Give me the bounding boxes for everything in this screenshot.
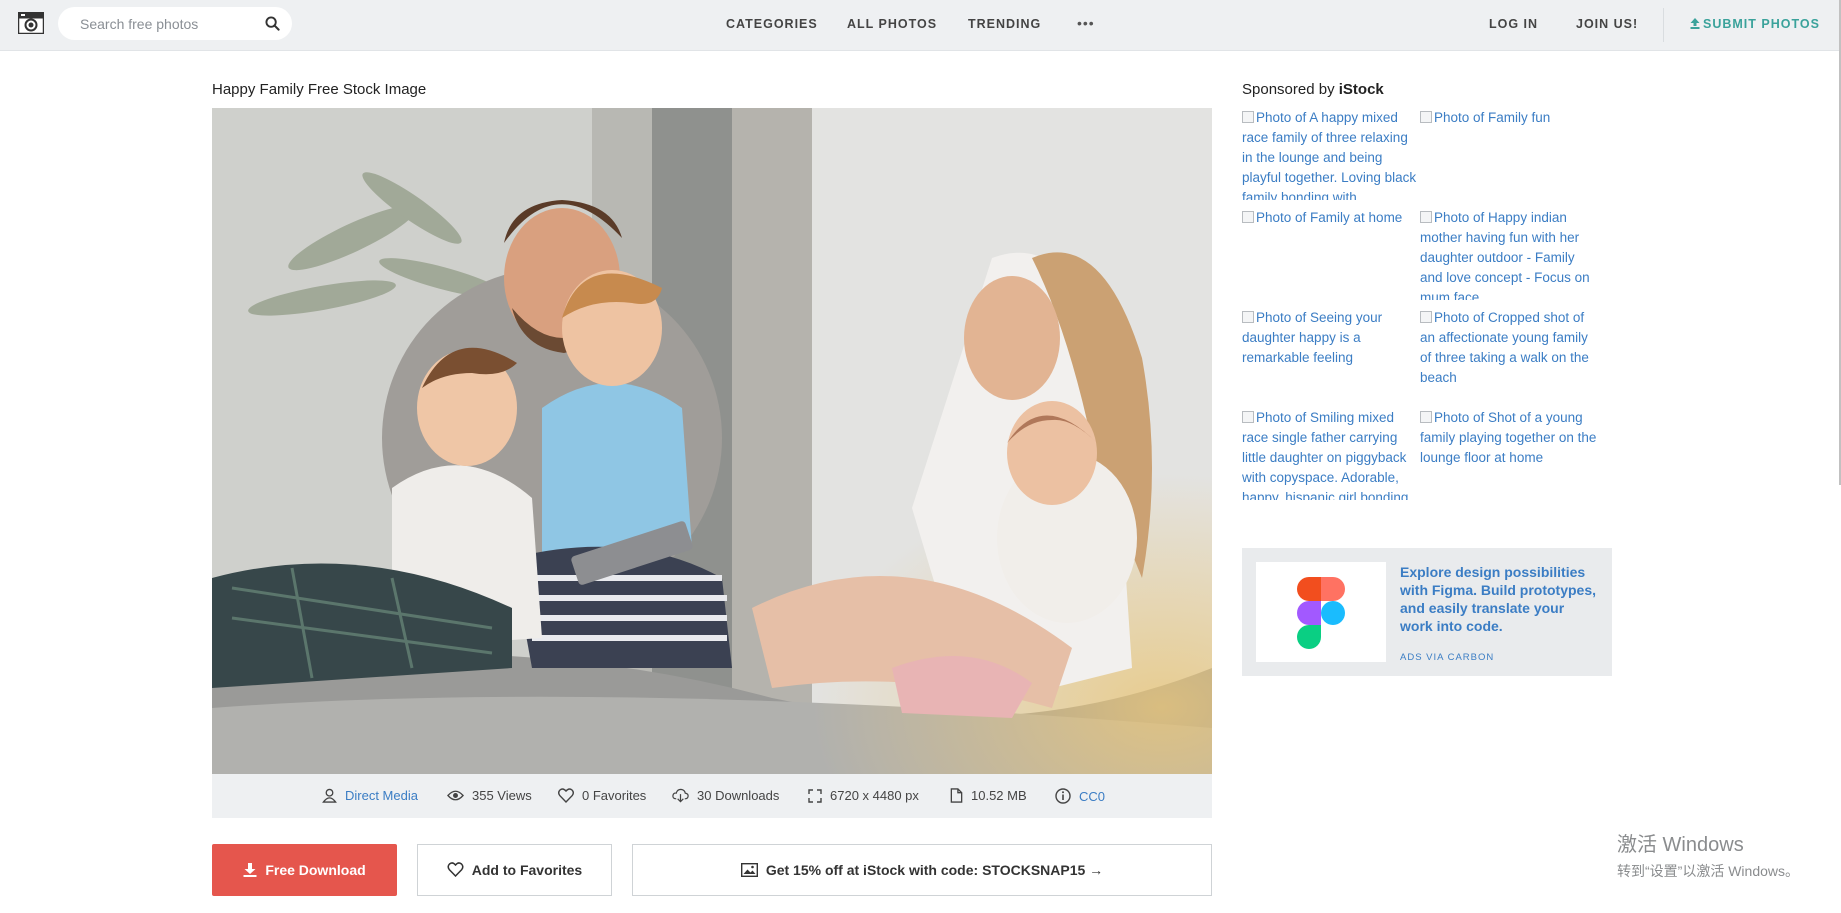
- author-meta: Direct Media: [322, 788, 418, 803]
- login-link[interactable]: Log in: [1489, 17, 1538, 31]
- photo-meta-bar: Direct Media 355 Views 0 Favorites 30 Do…: [212, 774, 1212, 818]
- figma-ad-image[interactable]: [1256, 562, 1386, 662]
- join-link[interactable]: Join Us!: [1576, 17, 1638, 31]
- top-navbar: Categories All Photos Trending ••• Log i…: [0, 0, 1841, 51]
- broken-image-icon: [1242, 411, 1254, 423]
- broken-image-icon: [1420, 211, 1432, 223]
- istock-promo-button[interactable]: Get 15% off at iStock with code: STOCKSN…: [632, 844, 1212, 896]
- broken-image-icon: [1242, 111, 1254, 123]
- broken-image-icon: [1420, 311, 1432, 323]
- main-photo[interactable]: [212, 108, 1212, 774]
- nav-trending[interactable]: Trending: [968, 17, 1041, 31]
- carbon-ad[interactable]: Explore design possibilities with Figma.…: [1242, 548, 1612, 676]
- thumb-alt-text: Photo of Family at home: [1256, 210, 1403, 225]
- submit-photos-link[interactable]: Submit Photos: [1690, 17, 1820, 31]
- filesize-meta: 10.52 MB: [950, 788, 1027, 803]
- sponsored-thumb[interactable]: Photo of Smiling mixed race single fathe…: [1242, 408, 1420, 500]
- thumb-alt-text: Photo of Shot of a young family playing …: [1420, 410, 1597, 465]
- license-link[interactable]: CC0: [1079, 789, 1105, 804]
- watermark-line1: 激活 Windows: [1617, 834, 1744, 856]
- search-input[interactable]: [78, 15, 262, 33]
- author-link[interactable]: Direct Media: [345, 788, 418, 803]
- nav-divider: [1663, 8, 1664, 42]
- nav-categories[interactable]: Categories: [726, 17, 818, 31]
- nav-all-photos[interactable]: All Photos: [847, 17, 937, 31]
- views-meta: 355 Views: [447, 788, 532, 803]
- sponsored-thumb[interactable]: Photo of Seeing your daughter happy is a…: [1242, 308, 1420, 400]
- eye-icon: [447, 790, 464, 801]
- istock-promo-label: Get 15% off at iStock with code: STOCKSN…: [765, 862, 1104, 878]
- heart-outline-icon: [447, 862, 464, 878]
- add-to-favorites-button[interactable]: Add to Favorites: [417, 844, 612, 896]
- sponsored-thumb[interactable]: Photo of Happy indian mother having fun …: [1420, 208, 1598, 300]
- sponsor-brand[interactable]: iStock: [1339, 81, 1384, 98]
- sponsored-thumb[interactable]: Photo of Family fun: [1420, 108, 1598, 200]
- sponsored-thumb[interactable]: Photo of Cropped shot of an affectionate…: [1420, 308, 1598, 400]
- thumb-alt-text: Photo of Family fun: [1434, 110, 1551, 125]
- download-icon: [243, 863, 257, 877]
- views-count: 355 Views: [472, 788, 532, 803]
- sponsored-thumb[interactable]: Photo of Family at home: [1242, 208, 1420, 300]
- thumb-alt-text: Photo of Seeing your daughter happy is a…: [1242, 310, 1383, 365]
- search-box: [58, 7, 292, 40]
- ad-description[interactable]: Explore design possibilities with Figma.…: [1400, 563, 1600, 635]
- downloads-count: 30 Downloads: [697, 788, 780, 803]
- sponsored-heading: Sponsored by iStock: [1242, 81, 1384, 98]
- thumb-alt-text: Photo of A happy mixed race family of th…: [1242, 110, 1417, 200]
- thumb-alt-text: Photo of Happy indian mother having fun …: [1420, 210, 1590, 300]
- user-icon: [322, 788, 337, 803]
- filesize-value: 10.52 MB: [971, 788, 1027, 803]
- favorites-meta: 0 Favorites: [558, 788, 647, 804]
- favorites-count: 0 Favorites: [582, 788, 647, 803]
- windows-activation-watermark: 激活 Windows 转到“设置”以激活 Windows。: [1617, 828, 1799, 881]
- dimensions-meta: 6720 x 4480 px: [808, 788, 919, 803]
- broken-image-icon: [1420, 111, 1432, 123]
- camera-logo-icon[interactable]: [18, 12, 44, 34]
- thumb-alt-text: Photo of Cropped shot of an affectionate…: [1420, 310, 1589, 385]
- dimensions-value: 6720 x 4480 px: [830, 788, 919, 803]
- heart-icon: [558, 788, 574, 804]
- search-icon[interactable]: [265, 16, 280, 31]
- figma-logo-icon: [1297, 577, 1345, 649]
- page-title: Happy Family Free Stock Image: [212, 81, 427, 98]
- sponsored-thumb[interactable]: Photo of Shot of a young family playing …: [1420, 408, 1598, 500]
- expand-icon: [808, 789, 822, 803]
- file-icon: [950, 788, 963, 803]
- info-icon: [1055, 788, 1071, 804]
- free-download-button[interactable]: Free Download: [212, 844, 397, 896]
- more-menu-icon[interactable]: •••: [1077, 15, 1095, 31]
- upload-icon: [1690, 18, 1700, 29]
- broken-image-icon: [1242, 211, 1254, 223]
- submit-photos-label: Submit Photos: [1703, 17, 1820, 31]
- downloads-meta: 30 Downloads: [672, 788, 779, 803]
- ads-via-carbon-link[interactable]: Ads via Carbon: [1400, 652, 1494, 663]
- license-meta: CC0: [1055, 788, 1105, 804]
- cloud-download-icon: [672, 788, 689, 803]
- free-download-label: Free Download: [265, 862, 366, 878]
- family-photo-illustration: [212, 108, 1212, 774]
- sponsored-thumb[interactable]: Photo of A happy mixed race family of th…: [1242, 108, 1420, 200]
- add-to-favorites-label: Add to Favorites: [471, 862, 583, 878]
- broken-image-icon: [1242, 311, 1254, 323]
- image-icon: [740, 862, 758, 878]
- broken-image-icon: [1420, 411, 1432, 423]
- watermark-line2: 转到“设置”以激活 Windows。: [1617, 863, 1800, 879]
- thumb-alt-text: Photo of Smiling mixed race single fathe…: [1242, 410, 1409, 500]
- sponsored-prefix: Sponsored by: [1242, 81, 1335, 98]
